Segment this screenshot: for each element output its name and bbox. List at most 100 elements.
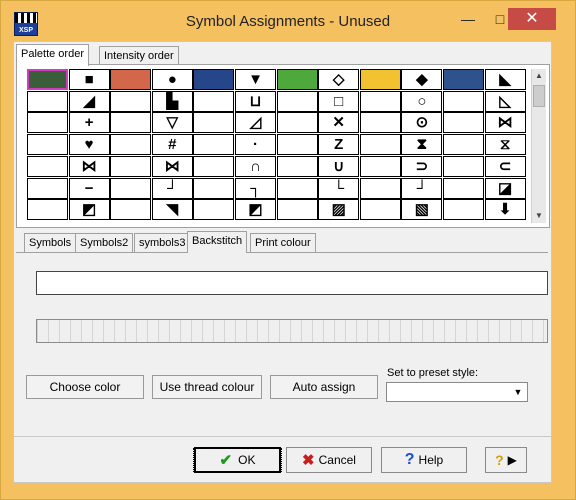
- use-thread-colour-button[interactable]: Use thread colour: [152, 375, 262, 399]
- symbol-cell[interactable]: ◺: [484, 90, 526, 112]
- symbol-cell[interactable]: [276, 134, 318, 156]
- symbol-cell[interactable]: ┐: [235, 177, 276, 199]
- tab-palette-order[interactable]: Palette order: [16, 44, 89, 66]
- cancel-button[interactable]: ✖ Cancel: [286, 447, 372, 473]
- symbol-cell[interactable]: [27, 90, 68, 112]
- symbol-cell[interactable]: ┘: [151, 177, 193, 199]
- symbol-cell[interactable]: ⊙: [401, 112, 443, 134]
- symbol-cell[interactable]: ◿: [235, 112, 276, 134]
- symbol-cell[interactable]: ⋈: [484, 112, 526, 134]
- symbol-cell[interactable]: ◢: [68, 90, 110, 112]
- tab-symbols[interactable]: Symbols: [24, 233, 77, 252]
- minimize-button[interactable]: —: [454, 8, 482, 30]
- symbol-cell[interactable]: ▧: [401, 199, 443, 221]
- symbol-cell[interactable]: ●: [151, 69, 193, 90]
- symbol-cell[interactable]: ⬇: [484, 199, 526, 221]
- symbol-cell[interactable]: ▼: [235, 69, 276, 90]
- symbol-cell[interactable]: ◩: [235, 199, 276, 221]
- symbol-cell[interactable]: [27, 177, 68, 199]
- symbol-cell[interactable]: Z: [318, 134, 360, 156]
- symbol-cell[interactable]: [443, 112, 484, 134]
- help-button[interactable]: ? Help: [381, 447, 467, 473]
- symbol-cell[interactable]: [359, 90, 401, 112]
- symbol-cell[interactable]: ⋈: [151, 155, 193, 177]
- symbol-cell[interactable]: ⊔: [235, 90, 276, 112]
- symbol-cell[interactable]: [110, 177, 152, 199]
- tab-print-colour[interactable]: Print colour: [250, 233, 316, 252]
- palette-color-swatch[interactable]: [110, 69, 152, 90]
- palette-color-swatch-selected[interactable]: [27, 69, 68, 90]
- symbol-cell[interactable]: [276, 199, 318, 221]
- symbol-cell[interactable]: [110, 90, 152, 112]
- grid-scrollbar[interactable]: ▲ ▼: [531, 69, 546, 223]
- symbol-cell[interactable]: ◣: [484, 69, 526, 90]
- symbol-cell[interactable]: ◇: [318, 69, 360, 90]
- symbol-cell[interactable]: ⋈: [68, 155, 110, 177]
- symbol-cell[interactable]: [110, 155, 152, 177]
- symbol-cell[interactable]: [193, 112, 235, 134]
- symbol-cell[interactable]: [276, 112, 318, 134]
- symbol-cell[interactable]: [193, 134, 235, 156]
- symbol-cell[interactable]: ▙: [151, 90, 193, 112]
- symbol-cell[interactable]: [276, 155, 318, 177]
- symbol-cell[interactable]: [27, 134, 68, 156]
- ok-button[interactable]: ✔ OK: [192, 447, 283, 473]
- palette-color-swatch[interactable]: [193, 69, 235, 90]
- symbol-cell[interactable]: [27, 155, 68, 177]
- symbol-cell[interactable]: □: [318, 90, 360, 112]
- palette-color-swatch[interactable]: [359, 69, 401, 90]
- palette-color-swatch[interactable]: [443, 69, 484, 90]
- symbol-cell[interactable]: +: [68, 112, 110, 134]
- symbol-cell[interactable]: └: [318, 177, 360, 199]
- context-help-button[interactable]: ? ▶: [485, 447, 527, 473]
- backstitch-line-preview[interactable]: [36, 271, 548, 295]
- symbol-cell[interactable]: [193, 155, 235, 177]
- symbol-cell[interactable]: ◆: [401, 69, 443, 90]
- choose-color-button[interactable]: Choose color: [26, 375, 144, 399]
- symbol-cell[interactable]: ○: [401, 90, 443, 112]
- symbol-cell[interactable]: ▨: [318, 199, 360, 221]
- tab-symbols3[interactable]: symbols3: [134, 233, 191, 252]
- symbol-cell[interactable]: ∪: [318, 155, 360, 177]
- symbol-cell[interactable]: ⊃: [401, 155, 443, 177]
- symbol-cell[interactable]: −: [68, 177, 110, 199]
- symbol-cell[interactable]: [276, 90, 318, 112]
- symbol-cell[interactable]: [110, 112, 152, 134]
- symbol-cell[interactable]: [27, 112, 68, 134]
- scroll-up-icon[interactable]: ▲: [532, 69, 546, 83]
- symbol-cell[interactable]: [193, 177, 235, 199]
- symbol-cell[interactable]: [359, 134, 401, 156]
- symbol-cell[interactable]: ✕: [318, 112, 360, 134]
- symbol-cell[interactable]: ·: [235, 134, 276, 156]
- symbol-cell[interactable]: [443, 177, 484, 199]
- symbol-cell[interactable]: [193, 199, 235, 221]
- symbol-cell[interactable]: ◪: [484, 177, 526, 199]
- tab-intensity-order[interactable]: Intensity order: [99, 46, 179, 65]
- symbol-cell[interactable]: ⧗: [401, 134, 443, 156]
- palette-grid[interactable]: ■ ● ▼ ◇ ◆ ◣ ◢ ▙ ⊔ □ ○ ◺ + ▽ ◿ ✕ ⊙ ⋈ ♥ # · Z ⧗ ⧖ ⋈ ⋈ ∩ ∪ ⊃ ⊂ − ┘ ┐ └ ┘ ◪ ◩ ◥ ◩ ▨…: [27, 69, 527, 223]
- symbol-cell[interactable]: [443, 155, 484, 177]
- symbol-cell[interactable]: ⧖: [484, 134, 526, 156]
- chevron-down-icon[interactable]: ▼: [511, 383, 525, 401]
- symbol-cell[interactable]: [193, 90, 235, 112]
- symbol-cell[interactable]: ⊂: [484, 155, 526, 177]
- symbol-cell[interactable]: [359, 177, 401, 199]
- symbol-cell[interactable]: [276, 177, 318, 199]
- symbol-cell[interactable]: ┘: [401, 177, 443, 199]
- symbol-cell[interactable]: [443, 199, 484, 221]
- tab-backstitch[interactable]: Backstitch: [187, 231, 248, 253]
- symbol-cell[interactable]: ∩: [235, 155, 276, 177]
- backstitch-color-strip[interactable]: [36, 319, 548, 343]
- symbol-cell[interactable]: ♥: [68, 134, 110, 156]
- symbol-cell[interactable]: [110, 134, 152, 156]
- symbol-cell[interactable]: ■: [68, 69, 110, 90]
- palette-color-swatch[interactable]: [276, 69, 318, 90]
- symbol-cell[interactable]: [359, 112, 401, 134]
- symbol-cell[interactable]: ▽: [151, 112, 193, 134]
- preset-style-select[interactable]: ▼: [386, 382, 528, 402]
- symbol-cell[interactable]: [443, 134, 484, 156]
- symbol-cell[interactable]: ◥: [151, 199, 193, 221]
- symbol-cell[interactable]: [27, 199, 68, 221]
- tab-symbols2[interactable]: Symbols2: [75, 233, 134, 252]
- scroll-thumb[interactable]: [533, 85, 545, 107]
